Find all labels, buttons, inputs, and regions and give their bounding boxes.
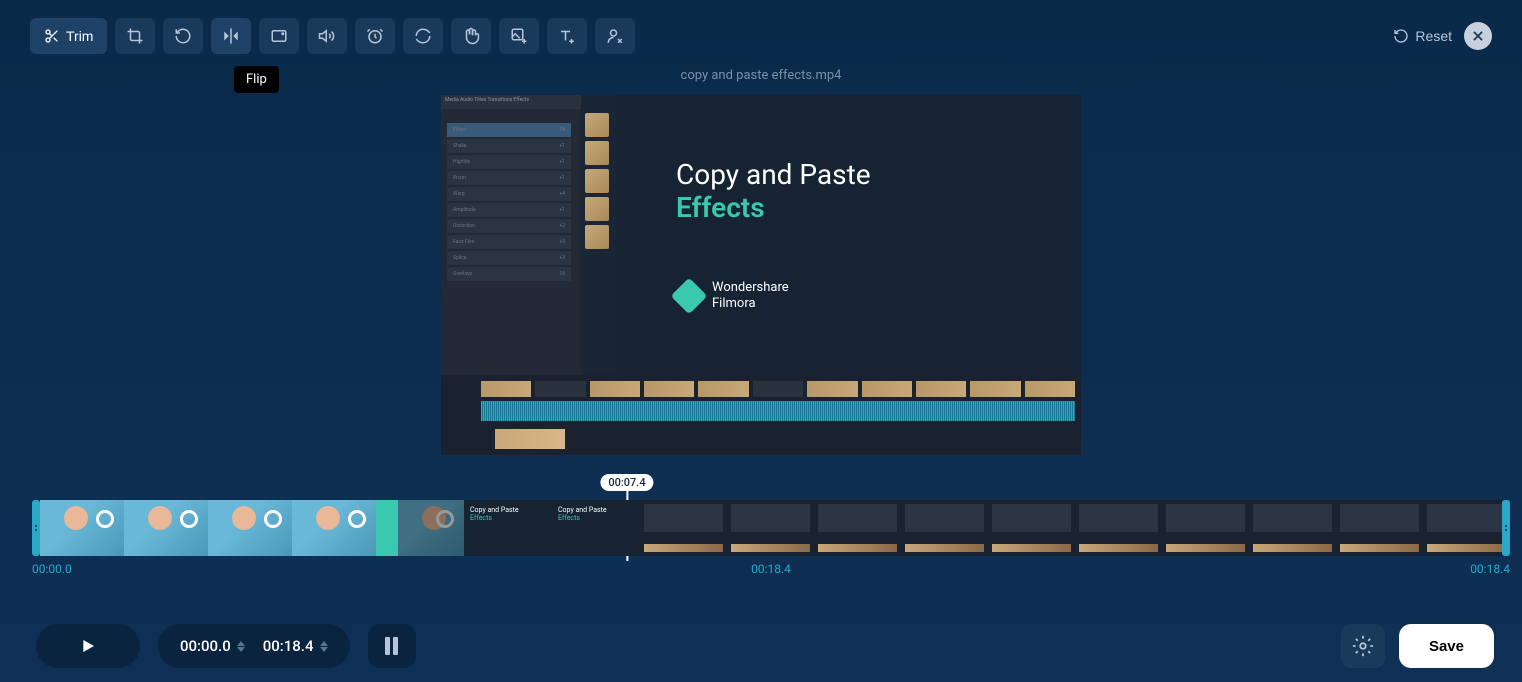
volume-icon	[318, 27, 336, 45]
frame-thumb	[208, 500, 292, 556]
person-button[interactable]	[595, 18, 635, 54]
preview-title-1: Copy and Paste	[676, 158, 1081, 191]
volume-button[interactable]	[307, 18, 347, 54]
preview-sidebar: Media Audio Titles Transitions Effects F…	[441, 95, 581, 375]
play-icon	[80, 637, 96, 655]
save-button[interactable]: Save	[1399, 624, 1494, 668]
video-preview[interactable]: Media Audio Titles Transitions Effects F…	[441, 95, 1081, 455]
frame-thumb	[1423, 500, 1502, 556]
scissors-icon	[44, 28, 60, 44]
flip-icon	[222, 27, 240, 45]
flip-tooltip: Flip	[234, 66, 279, 93]
frame-thumb	[376, 500, 398, 556]
frame-thumb: Copy and PasteEffects	[552, 500, 640, 556]
preview-timeline	[441, 375, 1081, 455]
reset-label: Reset	[1415, 28, 1452, 44]
settings-button[interactable]	[1341, 624, 1385, 668]
frame-thumb	[1336, 500, 1423, 556]
scrubber-frames: Copy and PasteEffects Copy and PasteEffe…	[40, 500, 1502, 556]
rotate-icon	[174, 27, 192, 45]
preview-title-2: Effects	[676, 191, 1081, 224]
flip-button[interactable]	[211, 18, 251, 54]
adjust-button[interactable]	[451, 18, 491, 54]
scrubber-track[interactable]: Copy and PasteEffects Copy and PasteEffe…	[32, 500, 1510, 556]
brand-line2: Filmora	[712, 296, 789, 312]
frame-thumb	[727, 500, 814, 556]
loop-icon	[414, 27, 432, 45]
brand-line1: Wondershare	[712, 280, 789, 296]
trim-handle-left[interactable]	[32, 500, 40, 556]
frame-thumb: Copy and PasteEffects	[464, 500, 552, 556]
trim-button[interactable]: Trim	[30, 18, 107, 54]
play-button[interactable]	[36, 624, 140, 668]
filename-label: copy and paste effects.mp4	[0, 68, 1522, 83]
playhead-time: 00:07.4	[600, 474, 653, 491]
current-time-stepper[interactable]	[237, 641, 245, 652]
frame-thumb	[988, 500, 1075, 556]
loop-button[interactable]	[403, 18, 443, 54]
speed-icon	[366, 27, 384, 45]
image-button[interactable]	[499, 18, 539, 54]
time-display: 00:00.0 00:18.4	[158, 624, 350, 668]
frame-thumb	[124, 500, 208, 556]
split-button[interactable]	[368, 624, 416, 668]
text-plus-icon	[558, 27, 576, 45]
preview-thumbs	[581, 109, 611, 253]
rotate-button[interactable]	[163, 18, 203, 54]
total-time-stepper[interactable]	[320, 641, 328, 652]
timeline-mid: 00:18.4	[751, 562, 791, 576]
timeline-start: 00:00.0	[32, 562, 72, 576]
trim-label: Trim	[66, 28, 93, 44]
frame-thumb	[901, 500, 988, 556]
bottom-controls: 00:00.0 00:18.4 Save	[36, 624, 1494, 668]
crop-icon	[126, 27, 144, 45]
person-remove-icon	[606, 27, 624, 45]
frame-thumb	[398, 500, 464, 556]
timeline-end: 00:18.4	[1470, 562, 1510, 576]
toolbar: Trim Reset	[0, 0, 1522, 72]
gear-icon	[1352, 635, 1374, 657]
aspect-icon	[270, 27, 288, 45]
frame-thumb	[292, 500, 376, 556]
crop-button[interactable]	[115, 18, 155, 54]
aspect-button[interactable]	[259, 18, 299, 54]
hand-icon	[462, 27, 480, 45]
image-plus-icon	[510, 27, 528, 45]
brand-icon	[671, 278, 708, 315]
reset-icon	[1393, 28, 1409, 44]
frame-thumb	[1162, 500, 1249, 556]
speed-button[interactable]	[355, 18, 395, 54]
frame-thumb	[640, 500, 727, 556]
frame-thumb	[1075, 500, 1162, 556]
frame-thumb	[40, 500, 124, 556]
current-time: 00:00.0	[180, 637, 231, 655]
frame-thumb	[1249, 500, 1336, 556]
preview-main: Copy and Paste Effects Wondershare Filmo…	[616, 95, 1081, 375]
close-icon	[1471, 29, 1485, 43]
close-button[interactable]	[1464, 22, 1492, 50]
frame-thumb	[814, 500, 901, 556]
timeline-scrubber: 00:07.4 Copy and PasteEffects Copy and P…	[32, 480, 1510, 576]
reset-button[interactable]: Reset	[1393, 28, 1452, 44]
trim-handle-right[interactable]	[1502, 500, 1510, 556]
text-button[interactable]	[547, 18, 587, 54]
total-time: 00:18.4	[263, 637, 314, 655]
